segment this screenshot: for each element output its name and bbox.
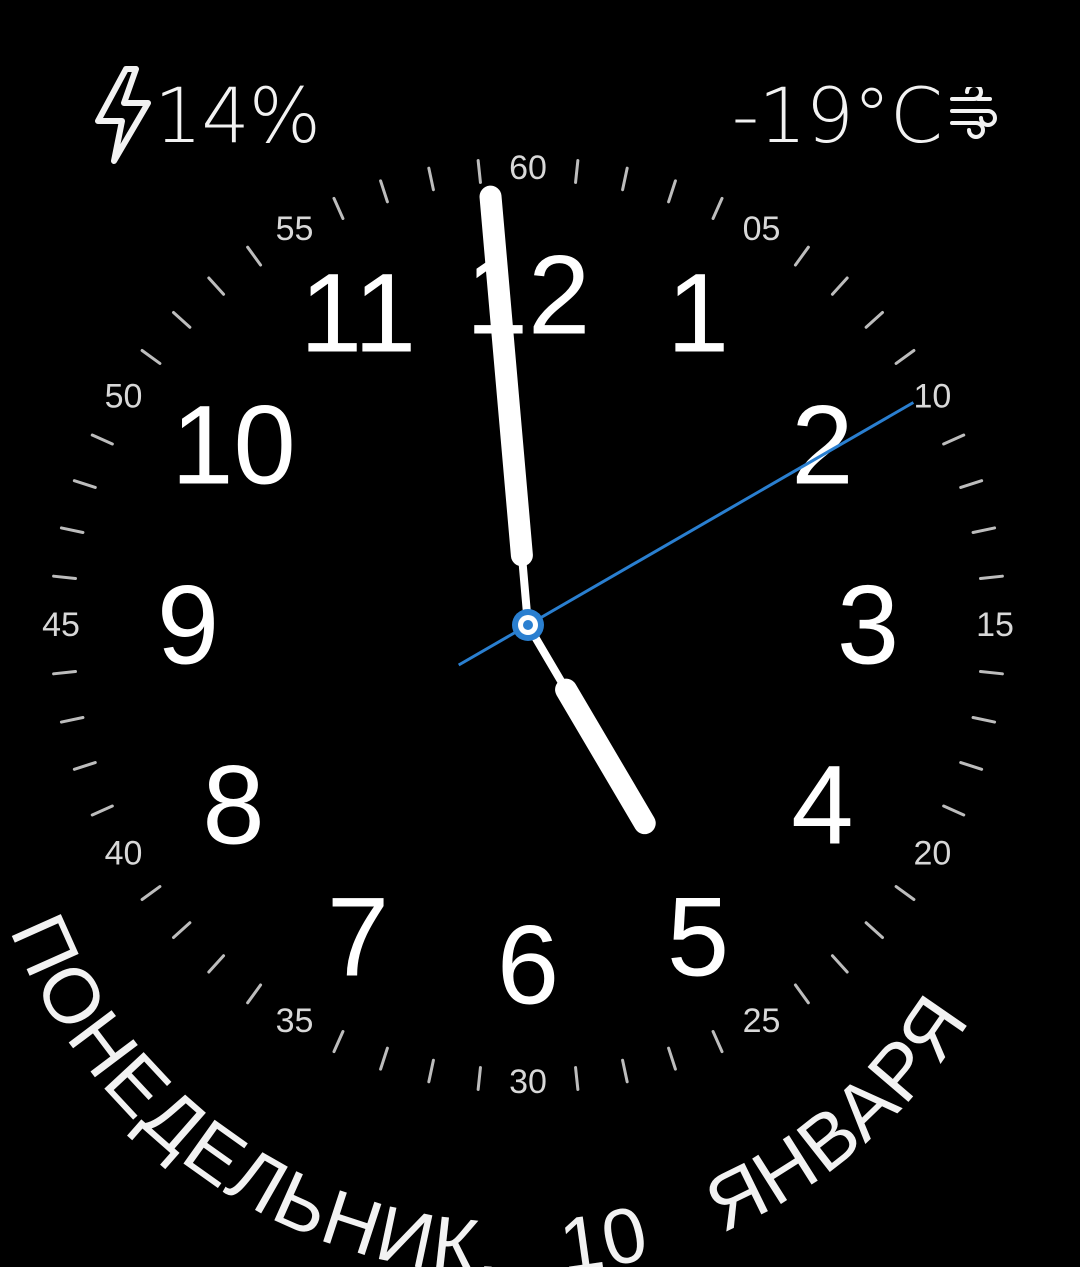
minute-label: 45	[42, 606, 80, 644]
minute-tick	[864, 921, 884, 939]
minute-tick	[830, 276, 849, 296]
minute-label: 30	[509, 1063, 547, 1101]
hour-numeral: 2	[791, 383, 853, 508]
minute-tick	[830, 954, 849, 974]
minute-tick	[52, 574, 77, 580]
minute-tick	[793, 983, 810, 1005]
minute-tick	[942, 433, 966, 446]
minute-tick	[207, 276, 226, 296]
minute-tick	[476, 1066, 482, 1091]
date-day: 10	[554, 1188, 657, 1267]
minute-tick	[52, 670, 77, 676]
date-month: ЯНВАРЯ	[692, 979, 986, 1249]
hour-numeral: 1	[667, 251, 729, 376]
minute-tick	[793, 245, 810, 267]
minute-tick	[379, 1046, 389, 1071]
minute-tick	[667, 1046, 677, 1071]
minute-tick	[476, 159, 482, 184]
hour-numeral: 8	[202, 743, 264, 868]
minute-tick	[72, 761, 97, 771]
minute-label: 05	[743, 210, 781, 248]
minute-tick	[971, 716, 997, 724]
hour-numeral: 9	[157, 563, 219, 688]
hour-hand	[555, 678, 656, 835]
minute-tick	[979, 670, 1004, 676]
center-pin	[523, 620, 533, 630]
minute-tick	[574, 1066, 580, 1091]
hour-numeral: 3	[837, 563, 899, 688]
minute-tick	[246, 983, 263, 1005]
minute-tick	[90, 433, 114, 446]
minute-tick	[332, 196, 345, 220]
minute-tick	[59, 526, 85, 534]
minute-tick	[379, 179, 389, 204]
minute-tick	[959, 479, 984, 489]
minute-tick	[894, 349, 916, 365]
analog-clock-face: 600510152025303540455055 12 1234567891011…	[0, 149, 1014, 1267]
minute-tick	[667, 179, 677, 204]
hour-numeral: 6	[497, 903, 559, 1028]
hour-numeral: 11	[300, 251, 416, 376]
minute-label: 35	[276, 1002, 314, 1040]
minute-tick	[140, 349, 162, 365]
hour-numeral: 10	[171, 383, 296, 508]
minute-tick	[172, 921, 192, 939]
hour-numeral: 5	[667, 874, 729, 999]
minute-tick	[711, 1030, 724, 1054]
minute-tick	[574, 159, 580, 184]
date-arc: ПОНЕДЕЛЬНИК, 10 ЯНВАРЯ	[0, 901, 986, 1267]
minute-label: 10	[914, 378, 952, 416]
minute-label: 55	[276, 210, 314, 248]
minute-tick	[59, 716, 85, 724]
minute-tick	[864, 311, 884, 329]
minute-tick	[427, 166, 435, 192]
minute-tick	[894, 885, 916, 901]
minute-label: 15	[976, 606, 1014, 644]
minute-tick	[72, 479, 97, 489]
minute-tick	[140, 885, 162, 901]
minute-label: 40	[105, 835, 143, 873]
minute-tick	[427, 1058, 435, 1084]
minute-tick	[207, 954, 226, 974]
minute-label: 20	[914, 835, 952, 873]
minute-tick	[959, 761, 984, 771]
minute-tick	[942, 804, 966, 817]
minute-tick	[172, 311, 192, 329]
minute-tick	[979, 574, 1004, 580]
minute-tick	[332, 1030, 345, 1054]
minute-tick	[621, 1058, 629, 1084]
minute-label: 50	[105, 378, 143, 416]
hour-numeral: 7	[327, 874, 389, 999]
minute-tick	[246, 245, 263, 267]
minute-label: 60	[509, 149, 547, 187]
minute-label: 25	[743, 1002, 781, 1040]
hour-numeral: 4	[791, 743, 853, 868]
minute-tick	[711, 196, 724, 220]
minute-tick	[971, 526, 997, 534]
minute-tick	[90, 804, 114, 817]
date-weekday: ПОНЕДЕЛЬНИК,	[0, 901, 503, 1267]
minute-tick	[621, 166, 629, 192]
